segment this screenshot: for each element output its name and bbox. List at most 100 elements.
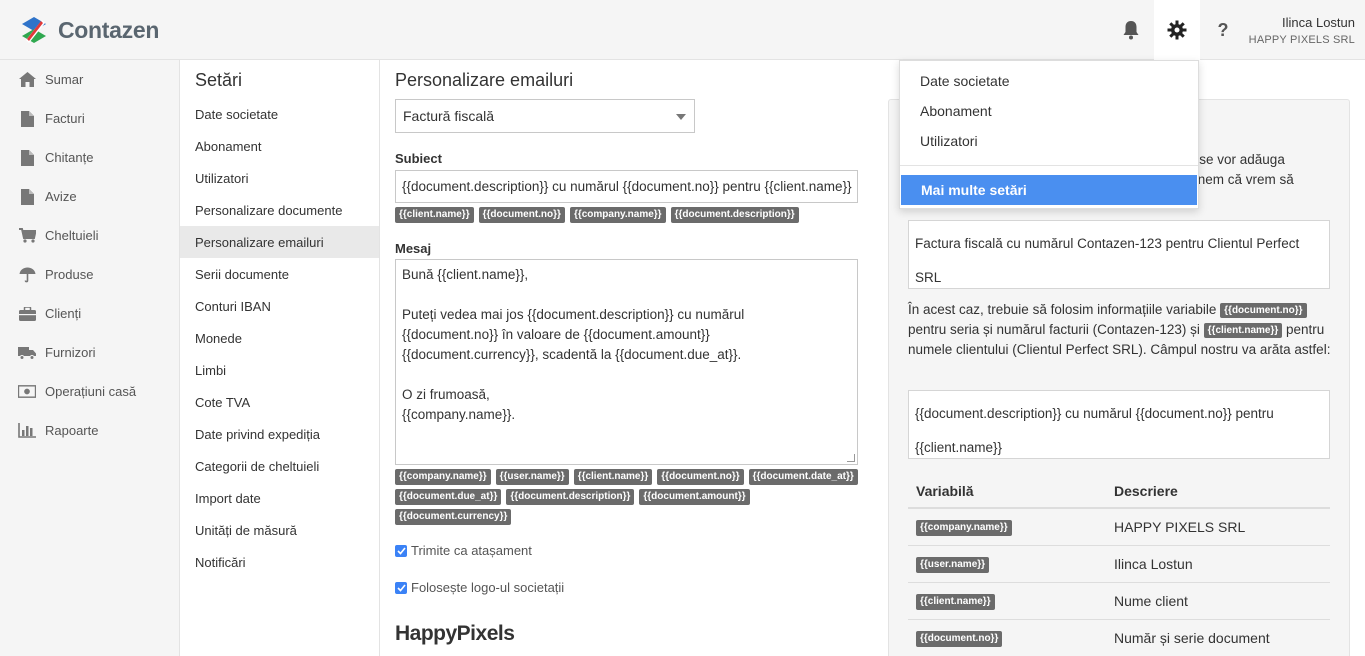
truck-icon — [18, 344, 36, 362]
nav-item-sumar[interactable]: Sumar — [0, 60, 179, 99]
table-row: {{document.no}} Număr și serie document — [908, 619, 1330, 656]
message-line: Puteți vedea mai jos {{document.descript… — [402, 307, 745, 322]
message-line — [402, 365, 851, 385]
variable-tag[interactable]: {{document.amount}} — [639, 489, 750, 505]
nav-label: Clienți — [45, 306, 82, 321]
settings-item-utilizatori[interactable]: Utilizatori — [180, 162, 379, 194]
variable-tag[interactable]: {{document.no}} — [478, 207, 565, 223]
variable-description: Nume client — [1106, 582, 1330, 620]
nav-label: Rapoarte — [45, 423, 99, 438]
settings-item-conturi-iban[interactable]: Conturi IBAN — [180, 290, 379, 322]
variable-description: Ilinca Lostun — [1106, 545, 1330, 583]
help-icon: ? — [1217, 19, 1229, 40]
resize-handle[interactable] — [847, 454, 855, 462]
help-button[interactable]: ? — [1200, 0, 1246, 60]
settings-item-notificari[interactable]: Notificări — [180, 546, 379, 578]
settings-item-serii-documente[interactable]: Serii documente — [180, 258, 379, 290]
chart-icon — [18, 422, 36, 440]
dropdown-item-utilizatori[interactable]: Utilizatori — [900, 126, 1198, 156]
column-header-variable: Variabilă — [908, 474, 1106, 509]
variable-tag[interactable]: {{document.date_at}} — [748, 469, 858, 485]
nav-label: Facturi — [45, 111, 85, 126]
brand-name: Contazen — [58, 16, 160, 43]
nav-item-chitante[interactable]: Chitanțe — [0, 138, 179, 177]
variable-tag[interactable]: {{document.no}} — [657, 469, 744, 485]
column-header-description: Descriere — [1106, 474, 1330, 509]
subject-label: Subiect — [395, 151, 442, 166]
message-variable-tags: {{company.name}} {{user.name}} {{client.… — [395, 469, 865, 525]
nav-item-furnizori[interactable]: Furnizori — [0, 333, 179, 372]
variable-tag: {{document.no}} — [916, 631, 1003, 647]
settings-menu: Setări Date societate Abonament Utilizat… — [180, 60, 380, 656]
settings-item-cote-tva[interactable]: Cote TVA — [180, 386, 379, 418]
settings-item-abonament[interactable]: Abonament — [180, 130, 379, 162]
gear-icon — [1167, 20, 1187, 40]
variable-tag[interactable]: {{client.name}} — [573, 469, 653, 485]
nav-label: Chitanțe — [45, 150, 94, 165]
variable-tag[interactable]: {{document.due_at}} — [395, 489, 502, 505]
message-line: {{document.no}} în valoare de {{document… — [402, 327, 710, 342]
settings-item-import-date[interactable]: Import date — [180, 482, 379, 514]
logo-checkbox[interactable] — [395, 581, 407, 594]
nav-item-operatiuni-casa[interactable]: Operațiuni casă — [0, 372, 179, 411]
message-line — [402, 285, 851, 305]
more-settings-button[interactable]: Mai multe setări — [901, 175, 1197, 205]
document-type-select[interactable]: Factură fiscală — [395, 99, 695, 133]
message-textarea[interactable]: Bună {{client.name}}, Puteți vedea mai j… — [395, 259, 858, 465]
file-icon — [18, 149, 36, 167]
nav-label: Operațiuni casă — [45, 384, 137, 399]
notifications-button[interactable] — [1108, 0, 1154, 60]
settings-item-date-societate[interactable]: Date societate — [180, 98, 379, 130]
example-template: {{document.description}} cu numărul {{do… — [915, 406, 1274, 455]
message-label: Mesaj — [395, 241, 432, 256]
settings-button[interactable] — [1154, 0, 1200, 60]
variable-tag[interactable]: {{client.name}} — [395, 207, 474, 223]
subject-input[interactable]: {{document.description}} cu numărul {{do… — [395, 170, 858, 203]
explain-text: pentru seria și numărul facturii (Contaz… — [908, 322, 1200, 337]
settings-item-personalizare-emailuri[interactable]: Personalizare emailuri — [180, 226, 379, 258]
message-line: Bună {{client.name}}, — [402, 267, 529, 282]
top-header: Contazen ? Ilinca Lostun HAPPY PIXELS SR… — [0, 0, 1365, 60]
help-explanation: În acest caz, trebuie să folosim informa… — [908, 300, 1333, 360]
variable-tag: {{company.name}} — [916, 520, 1012, 537]
settings-dropdown: Date societate Abonament Utilizatori Mai… — [899, 60, 1199, 209]
table-row: {{company.name}} HAPPY PIXELS SRL — [908, 508, 1330, 546]
settings-item-personalizare-documente[interactable]: Personalizare documente — [180, 194, 379, 226]
dropdown-item-abonament[interactable]: Abonament — [900, 96, 1198, 126]
variables-table: Variabilă Descriere {{company.name}} HAP… — [908, 474, 1330, 656]
nav-label: Avize — [45, 189, 77, 204]
nav-item-rapoarte[interactable]: Rapoarte — [0, 411, 179, 450]
nav-item-avize[interactable]: Avize — [0, 177, 179, 216]
settings-item-monede[interactable]: Monede — [180, 322, 379, 354]
nav-item-facturi[interactable]: Facturi — [0, 99, 179, 138]
nav-item-clienti[interactable]: Clienți — [0, 294, 179, 333]
variable-tag[interactable]: {{company.name}} — [569, 207, 666, 223]
nav-label: Produse — [45, 267, 94, 282]
example-output: Factura fiscală cu numărul Contazen-123 … — [915, 236, 1300, 285]
settings-item-limbi[interactable]: Limbi — [180, 354, 379, 386]
variable-tag: {{client.name}} — [916, 594, 995, 610]
settings-item-unitati-masura[interactable]: Unități de măsură — [180, 514, 379, 546]
variable-tag[interactable]: {{company.name}} — [395, 469, 491, 485]
nav-label: Furnizori — [45, 345, 96, 360]
app-logo[interactable]: Contazen — [18, 14, 159, 46]
settings-item-categorii-cheltuieli[interactable]: Categorii de cheltuieli — [180, 450, 379, 482]
variable-tag[interactable]: {{document.currency}} — [395, 509, 512, 525]
variable-tag[interactable]: {{document.description}} — [670, 207, 799, 223]
variable-tag[interactable]: {{document.description}} — [506, 489, 635, 505]
user-menu[interactable]: Ilinca Lostun HAPPY PIXELS SRL — [1249, 15, 1355, 46]
briefcase-icon — [18, 305, 36, 323]
settings-item-date-expeditie[interactable]: Date privind expediția — [180, 418, 379, 450]
logo-checkbox-row[interactable]: Folosește logo-ul societații — [395, 580, 564, 595]
table-row: {{client.name}} Nume client — [908, 582, 1330, 620]
nav-item-produse[interactable]: Produse — [0, 255, 179, 294]
nav-item-cheltuieli[interactable]: Cheltuieli — [0, 216, 179, 255]
page-title: Personalizare emailuri — [395, 70, 574, 90]
variable-description: HAPPY PIXELS SRL — [1106, 508, 1330, 546]
dropdown-item-date-societate[interactable]: Date societate — [900, 66, 1198, 96]
variable-description: Număr și serie document — [1106, 619, 1330, 656]
variable-tag[interactable]: {{user.name}} — [495, 469, 569, 485]
attach-checkbox-row[interactable]: Trimite ca atașament — [395, 543, 532, 558]
attach-checkbox[interactable] — [395, 544, 407, 557]
dropdown-divider — [900, 165, 1198, 166]
